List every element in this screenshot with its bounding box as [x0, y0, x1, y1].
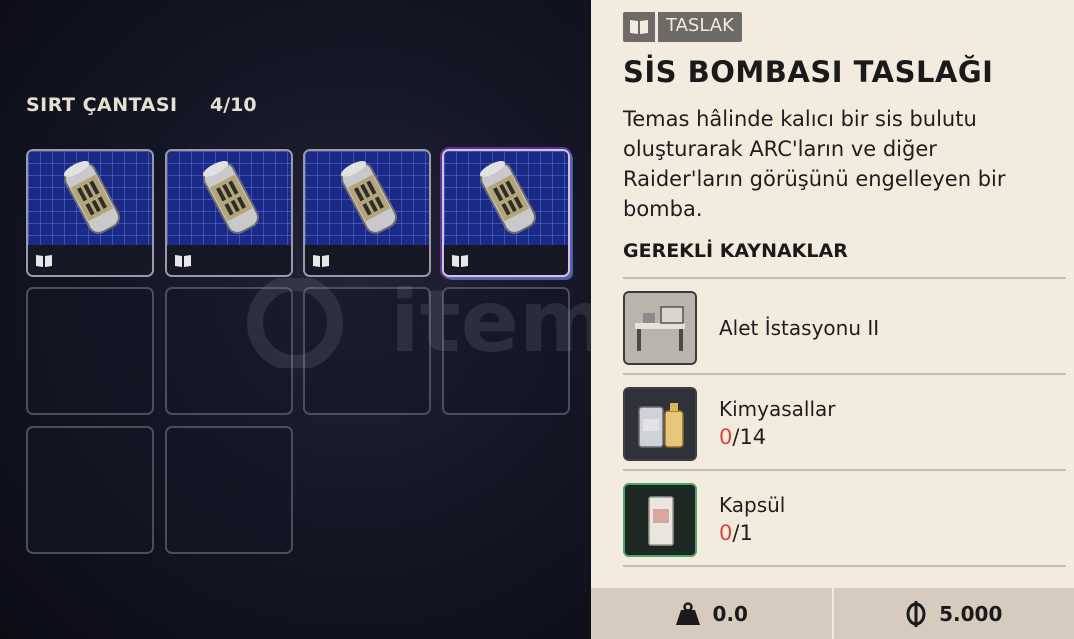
requirement-name: Kapsül — [719, 493, 786, 517]
smoke-bomb-icon — [202, 160, 260, 234]
slot-footer — [167, 245, 291, 275]
required-count: /14 — [732, 425, 767, 449]
backpack-panel: SIRT ÇANTASI 4/10 — [0, 0, 840, 639]
inventory-slot-5[interactable] — [26, 287, 154, 415]
backpack-count: 4/10 — [210, 94, 257, 116]
blueprint-book-icon — [175, 255, 191, 267]
weight-value: 0.0 — [712, 601, 748, 626]
requirement-name: Kimyasallar — [719, 397, 836, 421]
slot-thumbnail — [28, 151, 152, 245]
requirement-row: Alet İstasyonu II — [623, 279, 1066, 373]
price-stat: 5.000 — [834, 588, 1074, 639]
blueprint-book-icon — [623, 12, 655, 42]
weight-stat: 0.0 — [591, 588, 832, 639]
slot-footer — [28, 245, 152, 275]
divider — [623, 565, 1066, 567]
inventory-slot-4-selected[interactable] — [442, 149, 570, 277]
requirement-row: Kimyasallar 0/14 — [623, 375, 1066, 469]
item-type-tag: TASLAK — [623, 12, 742, 42]
coin-icon — [906, 600, 926, 627]
inventory-slot-6[interactable] — [165, 287, 293, 415]
slot-thumbnail — [305, 151, 429, 245]
smoke-bomb-icon — [63, 160, 121, 234]
requirement-quantity: 0/1 — [719, 521, 753, 545]
item-title: SİS BOMBASI TASLAĞI — [623, 55, 994, 89]
weight-icon — [675, 601, 700, 625]
requirement-quantity: 0/14 — [719, 425, 766, 449]
capsule-icon — [623, 483, 697, 557]
required-count: /1 — [732, 521, 753, 545]
item-detail-panel: TASLAK SİS BOMBASI TASLAĞI Temas hâlinde… — [591, 0, 1074, 639]
inventory-slot-1[interactable] — [26, 149, 154, 277]
blueprint-book-icon — [36, 255, 52, 267]
slot-footer — [305, 245, 429, 275]
item-type-label: TASLAK — [658, 12, 742, 42]
price-value: 5.000 — [939, 601, 1003, 626]
requirement-row: Kapsül 0/1 — [623, 471, 1066, 565]
inventory-slot-2[interactable] — [165, 149, 293, 277]
slot-thumbnail — [167, 151, 291, 245]
owned-count: 0 — [719, 521, 733, 545]
slot-thumbnail — [444, 151, 568, 245]
requirement-name: Alet İstasyonu II — [719, 316, 880, 340]
blueprint-book-icon — [313, 255, 329, 267]
inventory-slot-7[interactable] — [303, 287, 431, 415]
requirements-title: GEREKLİ KAYNAKLAR — [623, 240, 848, 262]
smoke-bomb-icon — [479, 160, 537, 234]
inventory-slot-8[interactable] — [442, 287, 570, 415]
item-stats-bar: 0.0 5.000 — [591, 588, 1074, 639]
slot-footer — [444, 245, 568, 275]
blueprint-book-icon — [452, 255, 468, 267]
inventory-slot-9[interactable] — [26, 426, 154, 554]
backpack-title: SIRT ÇANTASI — [26, 94, 178, 116]
chemicals-icon — [623, 387, 697, 461]
inventory-slot-3[interactable] — [303, 149, 431, 277]
workbench-icon — [623, 291, 697, 365]
inventory-slot-10[interactable] — [165, 426, 293, 554]
item-description: Temas hâlinde kalıcı bir sis bulutu oluş… — [623, 107, 1006, 221]
owned-count: 0 — [719, 425, 733, 449]
smoke-bomb-icon — [340, 160, 398, 234]
